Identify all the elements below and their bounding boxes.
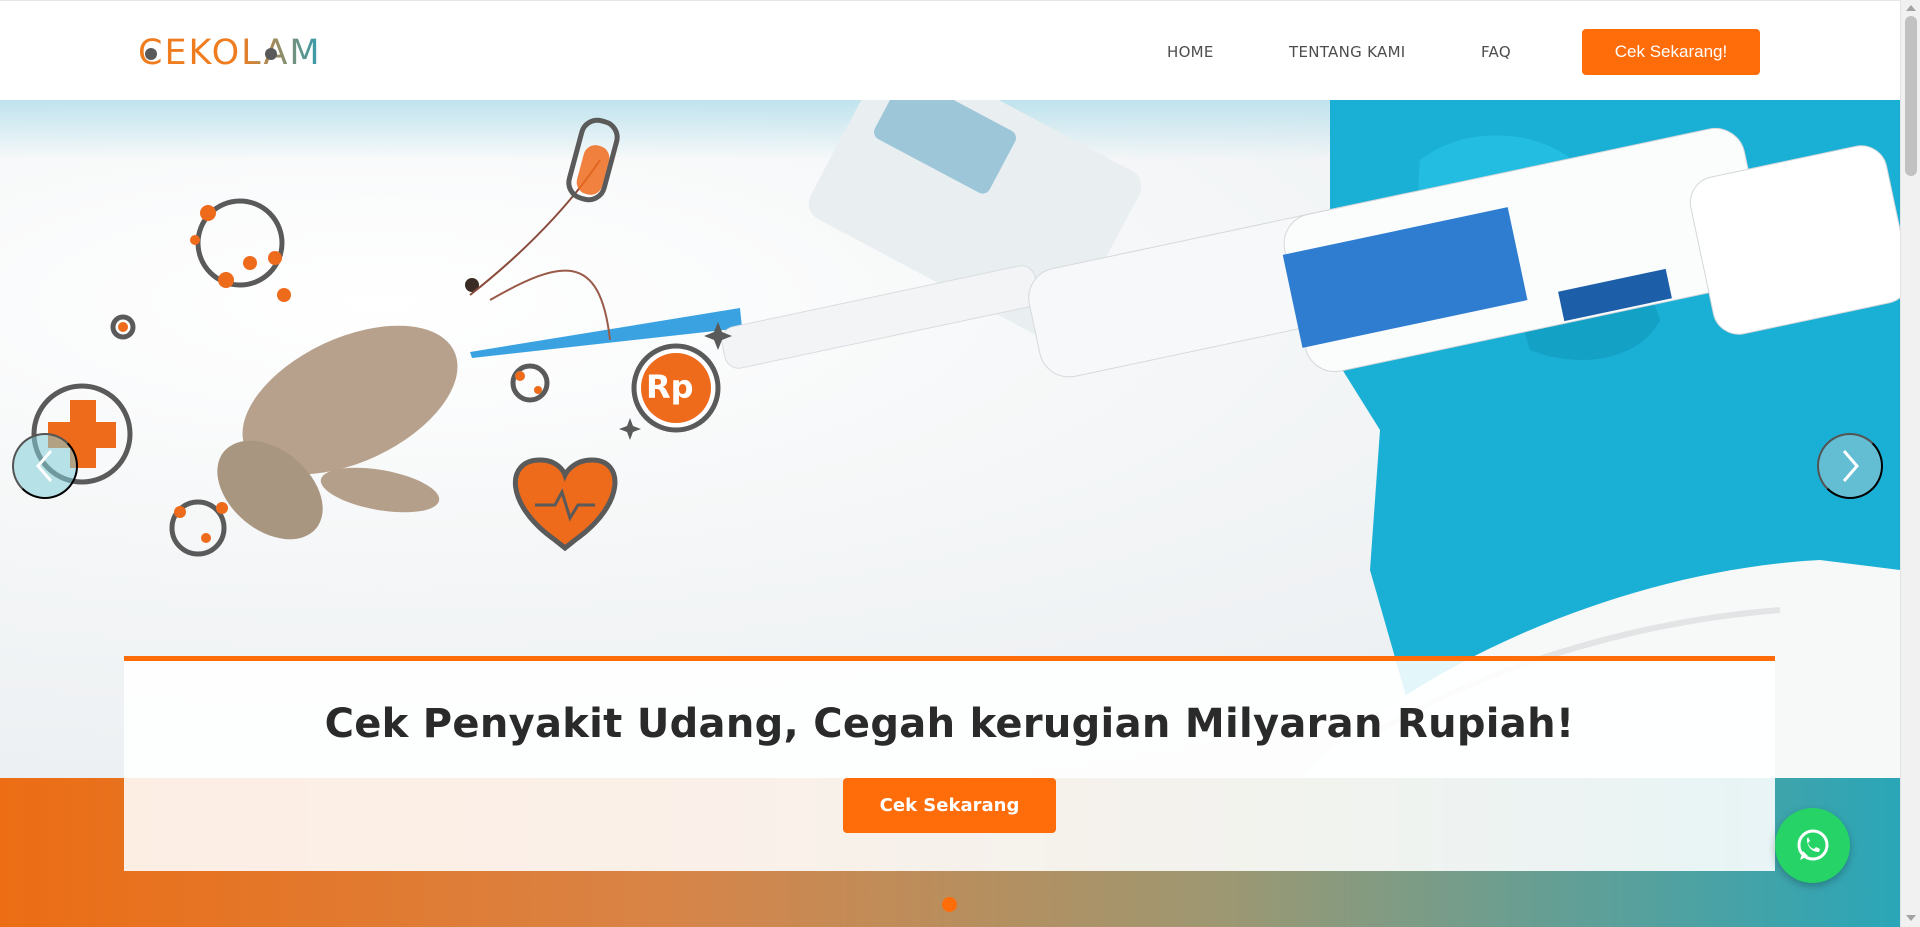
nav-faq-link[interactable]: FAQ <box>1481 43 1511 61</box>
hero-caption: Cek Penyakit Udang, Cegah kerugian Milya… <box>124 656 1775 871</box>
site-logo[interactable]: CEKOLAM <box>138 31 358 75</box>
slider-prev-button[interactable] <box>12 433 78 499</box>
hero-title: Cek Penyakit Udang, Cegah kerugian Milya… <box>324 701 1575 747</box>
whatsapp-button[interactable] <box>1775 808 1850 883</box>
logo-text: CEKOLAM <box>138 33 322 73</box>
logo-eye-icon <box>265 48 277 60</box>
nav-home-link[interactable]: HOME <box>1167 43 1214 61</box>
chevron-left-icon <box>36 450 53 482</box>
whatsapp-icon <box>1797 829 1828 860</box>
rp-badge-text: Rp <box>646 368 694 406</box>
scrollbar-thumb[interactable] <box>1905 16 1917 176</box>
scroll-down-arrow-icon[interactable] <box>1906 915 1916 921</box>
nav-about-link[interactable]: TENTANG KAMI <box>1289 43 1406 61</box>
header-cta-button[interactable]: Cek Sekarang! <box>1582 29 1760 75</box>
hero-cta-button[interactable]: Cek Sekarang <box>843 778 1056 833</box>
page-scrollbar[interactable] <box>1900 0 1920 927</box>
chevron-right-icon <box>1842 450 1859 482</box>
slider-dot-active[interactable] <box>942 897 957 912</box>
scroll-up-arrow-icon[interactable] <box>1906 5 1916 11</box>
logo-eye-icon <box>145 48 157 60</box>
hero-slider: Rp Cek Penyakit Udang, Cegah kerugian Mi… <box>0 100 1900 927</box>
slider-next-button[interactable] <box>1817 433 1883 499</box>
site-header: CEKOLAM HOME TENTANG KAMI FAQ Cek Sekara… <box>0 0 1900 100</box>
